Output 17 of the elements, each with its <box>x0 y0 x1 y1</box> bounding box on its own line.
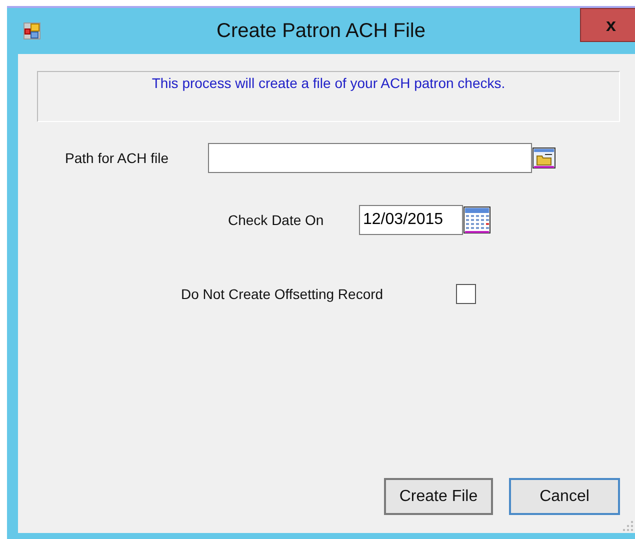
window-title: Create Patron ACH File <box>216 20 426 42</box>
calendar-icon <box>463 206 491 234</box>
app-icon <box>23 22 41 40</box>
folder-icon <box>532 147 556 169</box>
calendar-button[interactable] <box>463 206 491 234</box>
dialog-button[interactable]: Create File <box>384 478 493 515</box>
date-field[interactable]: 12/03/2015 <box>359 205 463 235</box>
path-label: Path for ACH file <box>65 150 170 166</box>
dialog-button[interactable]: Cancel <box>509 478 620 515</box>
info-text: This process will create a file of your ACH patron checks. <box>152 75 506 92</box>
browse-button[interactable] <box>532 147 556 169</box>
resize-grip-icon <box>621 519 633 531</box>
offsetting-label: Do Not Create Offsetting Record <box>181 286 384 302</box>
check-date-label: Check Date On <box>228 212 325 228</box>
checkbox[interactable] <box>456 284 476 304</box>
path-field[interactable] <box>208 143 532 173</box>
close-button[interactable]: x <box>580 8 635 42</box>
